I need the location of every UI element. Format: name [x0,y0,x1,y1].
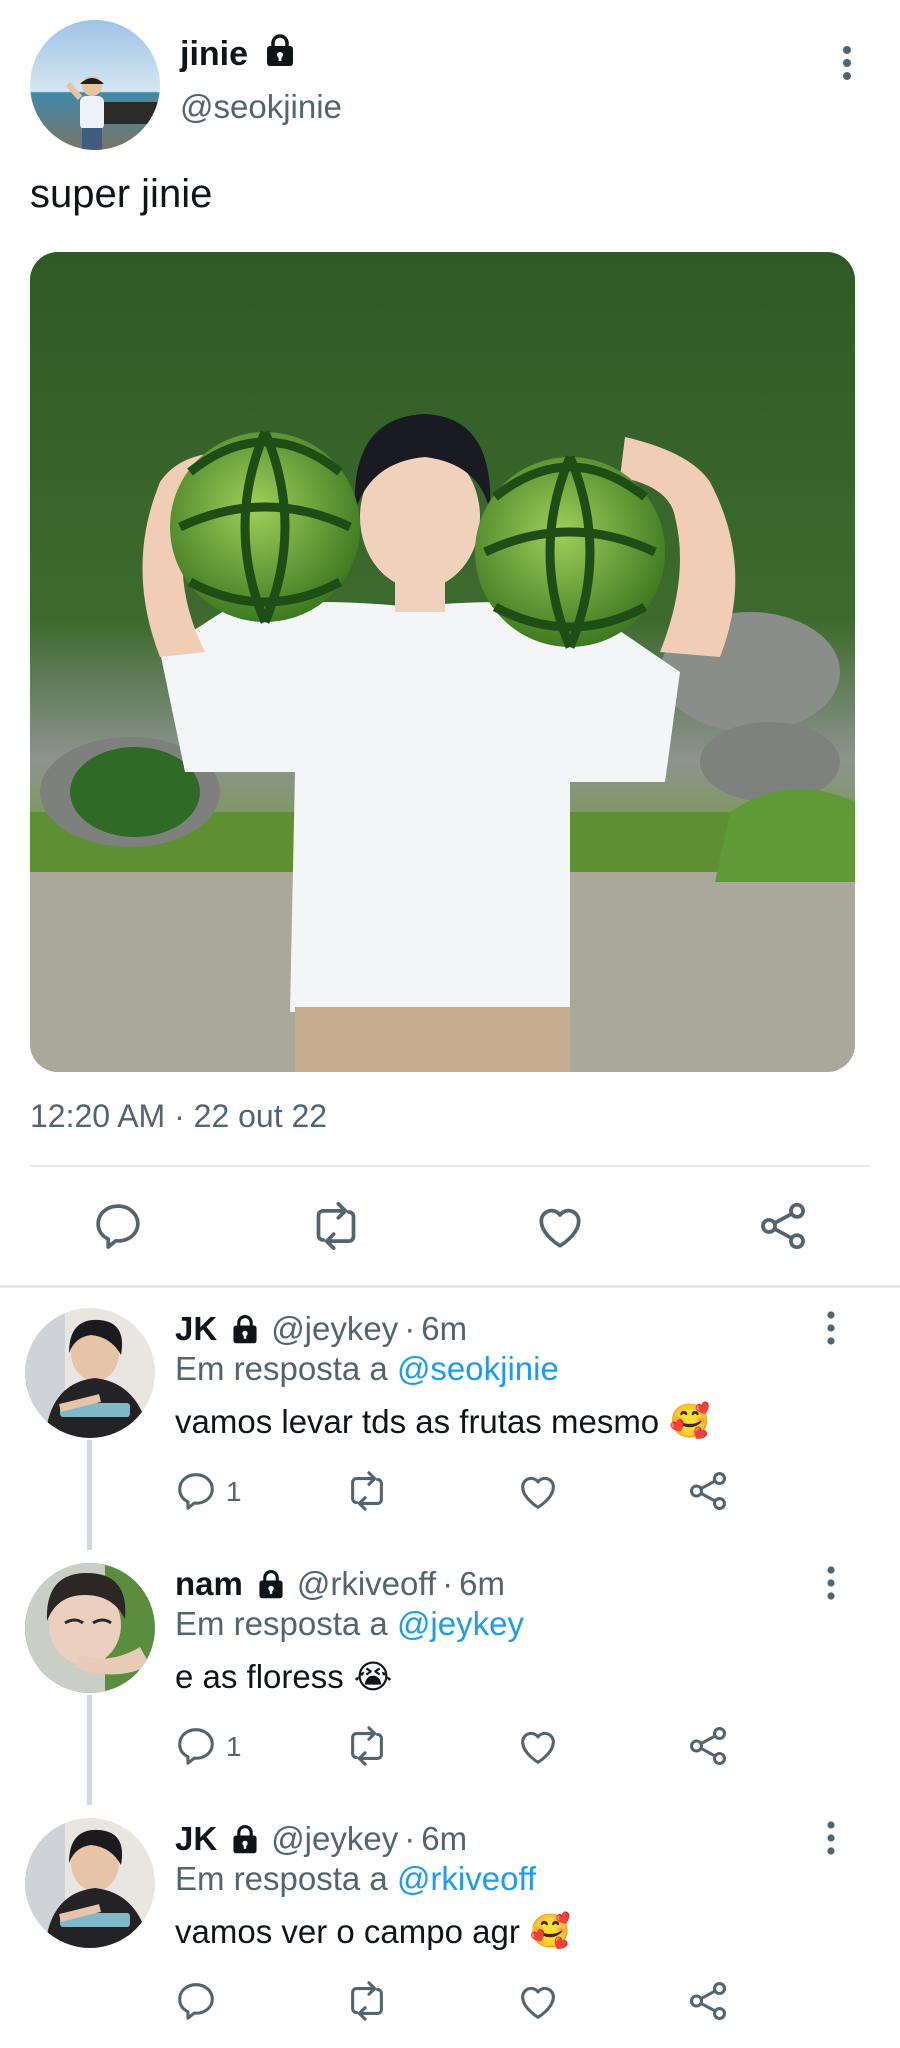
reply-actions: 1 [0,1723,900,1773]
tweet-photo[interactable] [30,252,855,1072]
avatar[interactable] [30,20,160,150]
reply-icon[interactable] [173,1978,219,2024]
author-name-text: jinie [180,35,249,73]
reply-actions: 1 [0,1468,900,1518]
share-icon[interactable] [685,1978,731,2024]
replying-prefix: Em resposta a [175,1860,388,1897]
reply-tweet[interactable]: nam @rkiveoff · 6m Em resposta a @jeykey… [0,1545,900,1805]
smiling-hearts-emoji: 🥰 [529,1912,571,1949]
more-icon[interactable] [818,1818,844,1858]
lock-icon [262,32,298,77]
like-icon[interactable] [515,1723,561,1769]
crying-emoji: 😭 [353,1658,393,1695]
more-icon[interactable] [832,42,862,84]
like-icon[interactable] [515,1468,561,1514]
author-name[interactable]: nam [175,1565,243,1603]
avatar[interactable] [25,1563,155,1693]
author-name[interactable]: JK [175,1310,217,1348]
more-icon[interactable] [818,1563,844,1603]
reply-count: 1 [226,1731,242,1762]
reply-text: vamos ver o campo agr 🥰 [175,1912,571,1951]
author-name[interactable]: jinie [180,32,298,77]
author-handle[interactable]: @jeykey [271,1310,398,1348]
reply-text-content: vamos levar tds as frutas mesmo [175,1402,660,1440]
reply-time: 6m [421,1310,468,1347]
reply-text: vamos levar tds as frutas mesmo 🥰 [175,1402,710,1441]
share-icon[interactable] [755,1198,811,1254]
reply-time: 6m [421,1820,468,1857]
reply-header: JK @jeykey · 6m [175,1310,467,1348]
tweet-actions [0,1198,900,1258]
mention-link[interactable]: @rkiveoff [397,1860,536,1897]
more-icon[interactable] [818,1308,844,1348]
reply-tweet[interactable]: JK @jeykey · 6m Em resposta a @seokjinie… [0,1290,900,1550]
mention-link[interactable]: @jeykey [397,1605,524,1642]
replying-to: Em resposta a @rkiveoff [175,1860,536,1898]
lock-icon [255,1568,287,1600]
retweet-icon[interactable] [344,1978,390,2024]
retweet-icon[interactable] [344,1468,390,1514]
tweet-timestamp: 12:20 AM · 22 out 22 [30,1098,328,1134]
retweet-icon[interactable] [308,1198,364,1254]
like-icon[interactable] [532,1198,588,1254]
reply-text-content: e as floress [175,1657,344,1695]
smiling-hearts-emoji: 🥰 [669,1402,711,1439]
mention-link[interactable]: @seokjinie [397,1350,559,1387]
reply-tweet[interactable]: JK @jeykey · 6m Em resposta a @rkiveoff … [0,1800,900,2048]
separator-dot: · [404,1310,416,1347]
reply-time: 6m [459,1565,505,1602]
reply-count: 1 [226,1476,242,1507]
replying-prefix: Em resposta a [175,1605,388,1642]
replying-to: Em resposta a @jeykey [175,1605,524,1643]
share-icon[interactable] [685,1723,731,1769]
author-name[interactable]: JK [175,1820,217,1858]
reply-text-content: vamos ver o campo agr [175,1912,520,1950]
avatar[interactable] [25,1818,155,1948]
reply-header: JK @jeykey · 6m [175,1820,467,1858]
lock-icon [229,1313,261,1345]
reply-icon[interactable] [90,1198,146,1254]
author-handle[interactable]: @seokjinie [180,88,342,126]
like-icon[interactable] [515,1978,561,2024]
avatar[interactable] [25,1308,155,1438]
divider [30,1165,870,1167]
share-icon[interactable] [685,1468,731,1514]
reply-icon[interactable] [173,1468,219,1514]
replying-prefix: Em resposta a [175,1350,388,1387]
separator-dot: · [442,1565,454,1602]
replying-to: Em resposta a @seokjinie [175,1350,559,1388]
reply-text: e as floress 😭 [175,1657,392,1696]
author-handle[interactable]: @rkiveoff [297,1565,436,1603]
separator-dot: · [404,1820,416,1857]
reply-actions [0,1978,900,2028]
retweet-icon[interactable] [344,1723,390,1769]
tweet-text: super jinie [30,172,213,216]
reply-header: nam @rkiveoff · 6m [175,1565,505,1603]
lock-icon [229,1823,261,1855]
divider [0,1285,900,1288]
reply-icon[interactable] [173,1723,219,1769]
author-handle[interactable]: @jeykey [271,1820,398,1858]
